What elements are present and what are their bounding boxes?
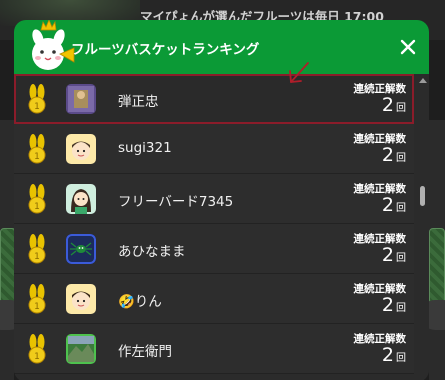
player-name: 弾正忠 [118,94,159,110]
player-name: 🤣りん [118,294,162,310]
svg-text:1: 1 [34,152,40,162]
spider-avatar [66,234,96,264]
ranking-list: 1 弾正忠 連続正解数 2回 1 sugi321 連続正解数 2 回 1 フリー… [14,74,414,374]
streak-count: 2回 [382,344,406,366]
streak-value: 2 [381,194,394,216]
streak-unit: 回 [396,253,406,264]
streak-value: 2 [381,94,394,116]
background-card-right [429,228,445,304]
svg-text:1: 1 [34,302,40,312]
ranking-row[interactable]: 1 あひなまま 連続正解数 2回 [14,224,414,274]
scroll-up-arrow-icon[interactable] [419,78,427,83]
scrollbar-thumb[interactable] [420,186,425,206]
ranking-row[interactable]: 1 作左衛門 連続正解数 2回 [14,324,414,374]
rabbit-mascot-icon [32,20,75,70]
modal-header: フルーツバスケットランキング [14,20,429,74]
streak-value: 2 [381,344,394,366]
gold-rabbit-medal-icon: 1 [28,334,46,364]
streak-value: 2 [381,294,394,316]
gold-rabbit-medal-icon: 1 [28,84,46,114]
boy-face-avatar [66,134,96,164]
red-hand-drawn-arrow [289,62,309,83]
player-name: 作左衛門 [118,344,172,360]
woman-face-avatar [66,184,96,214]
ranking-row[interactable]: 1 弾正忠 連続正解数 2回 [14,74,414,124]
streak-count: 2回 [382,294,406,316]
close-icon[interactable] [399,38,417,56]
streak-count: 2回 [382,244,406,266]
gold-rabbit-medal-icon: 1 [28,284,46,314]
streak-value: 2 [381,244,394,266]
modal-title: フルーツバスケットランキング [71,42,260,58]
streak-count: 2回 [382,194,406,216]
streak-value: 2 [381,144,394,166]
boy-face-avatar [66,284,96,314]
svg-text:1: 1 [34,102,40,112]
svg-text:1: 1 [34,202,40,212]
streak-unit: 回 [396,103,406,114]
streak-count: 2回 [382,144,406,166]
ranking-modal: フルーツバスケットランキング 1 弾正忠 連続正解数 2回 1 sugi321 … [14,20,429,380]
scrollbar[interactable] [416,74,429,380]
svg-text:1: 1 [34,252,40,262]
gold-rabbit-medal-icon: 1 [28,184,46,214]
streak-unit: 回 [396,203,406,214]
svg-text:1: 1 [34,352,40,362]
player-name: あひなまま [118,244,186,260]
streak-count: 2回 [382,94,406,116]
gold-rabbit-medal-icon: 1 [28,234,46,264]
player-name: sugi321 [118,140,172,156]
player-name: フリーバード7345 [118,194,234,210]
ranking-row[interactable]: 1 フリーバード7345 連続正解数 2回 [14,174,414,224]
ranking-row[interactable]: 1 sugi321 連続正解数 2回 [14,124,414,174]
gold-rabbit-medal-icon: 1 [28,134,46,164]
ranking-row[interactable]: 1 🤣りん 連続正解数 2回 [14,274,414,324]
landscape-avatar [66,334,96,364]
streak-unit: 回 [396,303,406,314]
streak-unit: 回 [396,353,406,364]
streak-unit: 回 [396,153,406,164]
game-thumbnail-avatar [66,84,96,114]
